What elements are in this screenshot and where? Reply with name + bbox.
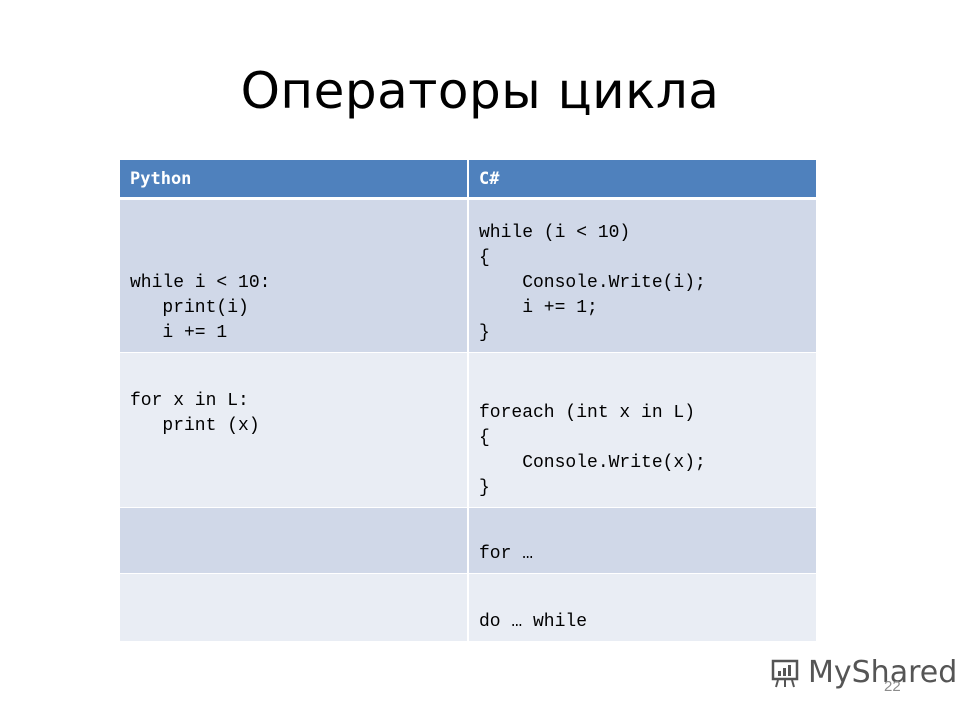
slide-title: Операторы цикла [240,62,720,120]
python-cell [120,507,469,574]
python-cell: for x in L: print (x) [120,352,469,508]
table-row: for x in L: print (x) foreach (int x in … [120,352,816,508]
header-python: Python [120,160,469,200]
table-row: do … while [120,573,816,642]
table-row: while i < 10: print(i) i += 1 while (i <… [120,198,816,353]
csharp-cell: do … while [468,573,816,642]
page-number: 22 [884,678,901,695]
watermark-logo: MyShared [768,655,957,690]
header-csharp: C# [468,160,816,200]
presentation-board-icon [771,659,799,687]
table-header-row: Python C# [120,160,816,200]
csharp-cell: foreach (int x in L) { Console.Write(x);… [468,352,816,508]
python-cell [120,573,469,642]
csharp-cell: for … [468,507,816,574]
watermark-text: MyShared [808,655,958,690]
python-cell: while i < 10: print(i) i += 1 [120,198,469,353]
table-row: for … [120,507,816,574]
csharp-cell: while (i < 10) { Console.Write(i); i += … [468,198,816,353]
loop-comparison-table: Python C# while i < 10: print(i) i += 1 … [120,160,816,642]
